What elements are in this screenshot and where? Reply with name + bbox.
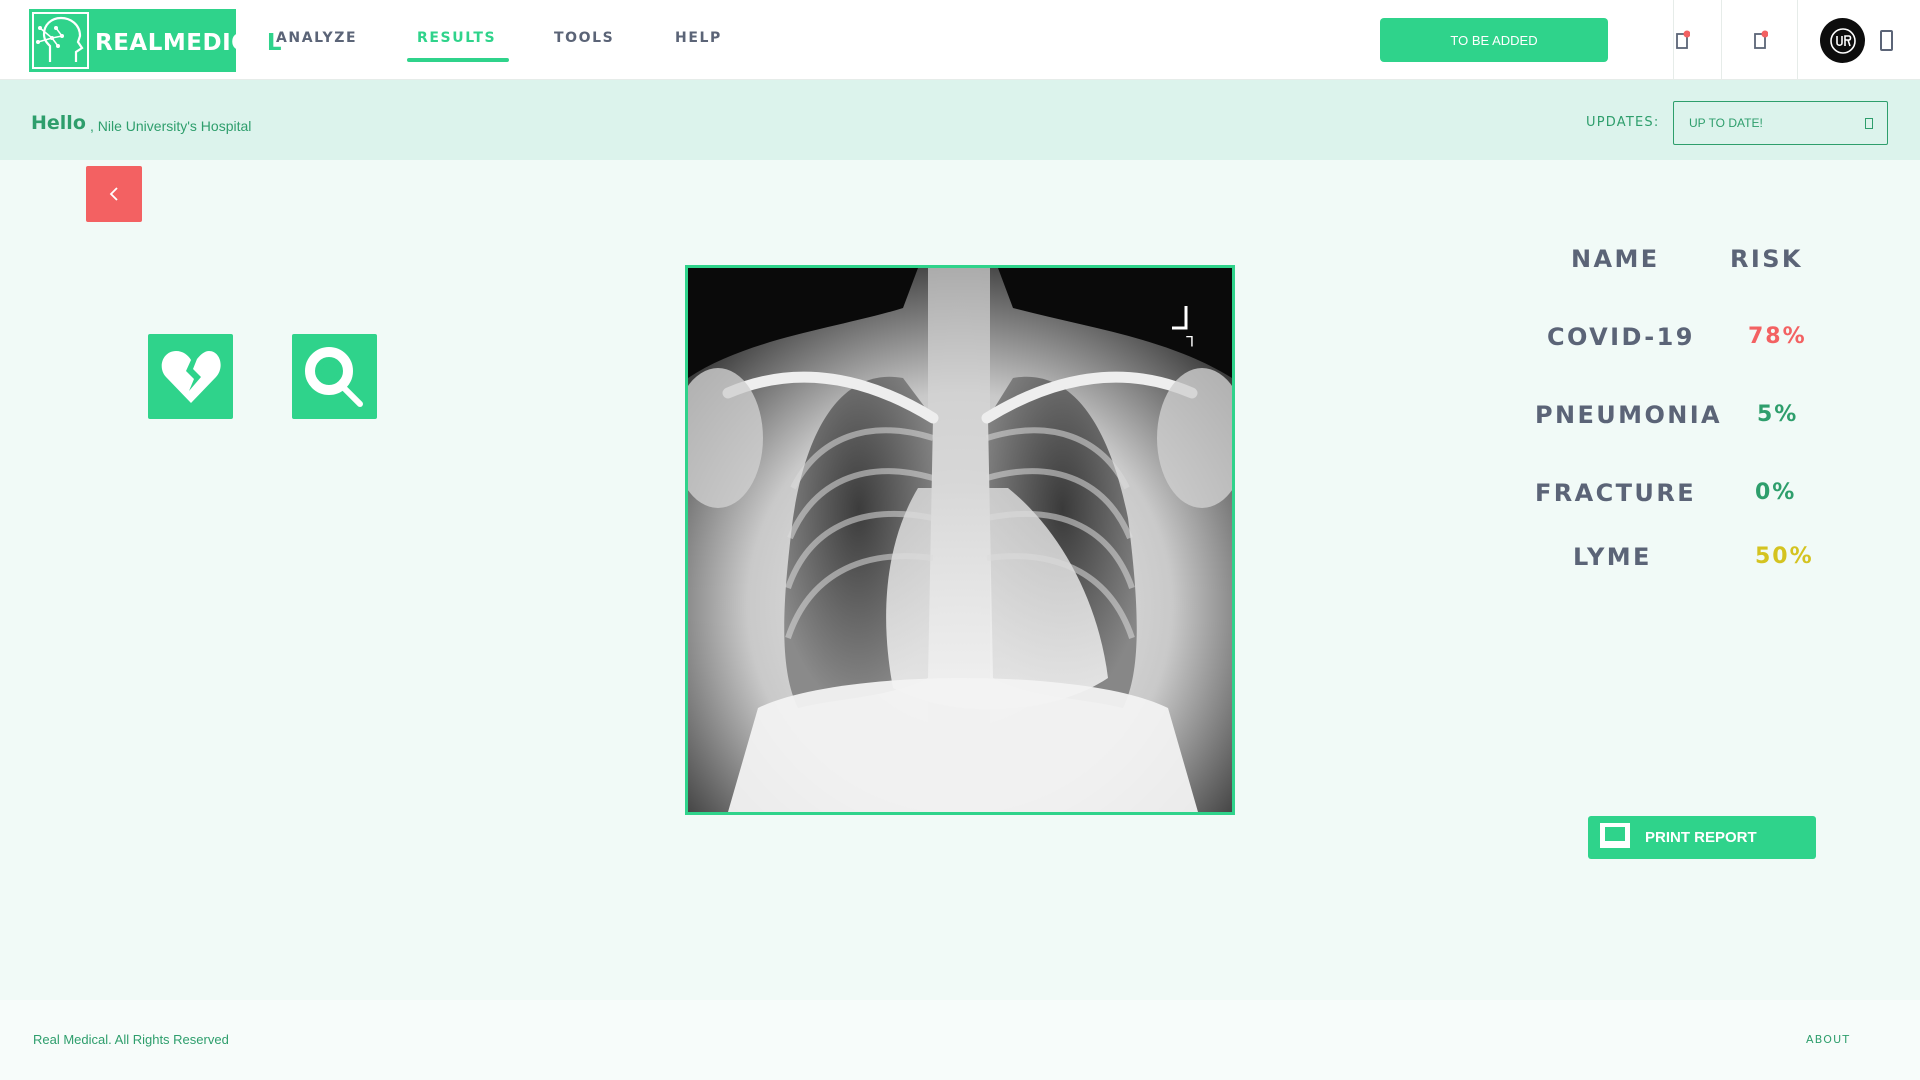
nav-results[interactable]: RESULTS xyxy=(417,30,496,50)
footer-about-link[interactable]: ABOUT xyxy=(1806,1033,1850,1046)
condition-name: PNEUMONIA xyxy=(1535,401,1723,429)
message-alert-icon[interactable] xyxy=(1754,30,1769,50)
logo-wordmark-main: REALMEDICA xyxy=(95,30,267,56)
condition-risk: 0% xyxy=(1755,480,1797,505)
condition-risk: 78% xyxy=(1748,324,1807,349)
user-avatar[interactable] xyxy=(1820,18,1865,63)
xray-side-marker: L xyxy=(1186,332,1194,348)
realmedical-logo[interactable]: REALMEDICAL xyxy=(29,9,281,72)
nav-analyze[interactable]: ANALYZE xyxy=(276,30,357,50)
avatar-monogram-icon xyxy=(1829,27,1856,54)
chevron-left-icon xyxy=(109,187,118,201)
heart-icon xyxy=(161,350,221,403)
greeting-hello: Hello xyxy=(31,112,86,134)
message-glyph-icon xyxy=(1754,30,1769,49)
condition-name: FRACTURE xyxy=(1535,479,1696,507)
nav-help[interactable]: HELP xyxy=(675,30,722,50)
notification-bell-icon[interactable] xyxy=(1676,30,1691,50)
laptop-icon xyxy=(1600,823,1630,848)
nav-tools[interactable]: TOOLS xyxy=(554,30,614,50)
updates-status-dropdown[interactable]: UP TO DATE! xyxy=(1673,101,1888,145)
header-divider xyxy=(1797,0,1798,80)
condition-risk: 50% xyxy=(1755,544,1814,569)
footer-copyright: Real Medical. All Rights Reserved xyxy=(33,1032,229,1047)
condition-name: COVID-19 xyxy=(1547,323,1695,351)
updates-label: UPDATES: xyxy=(1586,115,1660,130)
header-divider xyxy=(1673,0,1674,80)
zoom-inspect-button[interactable] xyxy=(292,334,377,419)
magnifier-icon xyxy=(304,346,363,407)
results-header-risk: RISK xyxy=(1730,245,1803,273)
notification-glyph-icon xyxy=(1676,30,1691,49)
header-divider xyxy=(1721,0,1722,80)
chest-xray-image: L xyxy=(685,265,1235,815)
back-button[interactable] xyxy=(86,166,142,222)
print-report-label: PRINT REPORT xyxy=(1645,829,1757,846)
mobile-device-icon[interactable] xyxy=(1880,30,1893,51)
condition-risk: 5% xyxy=(1757,402,1799,427)
brain-circuit-logo-icon xyxy=(32,12,89,69)
heart-analysis-button[interactable] xyxy=(148,334,233,419)
logo-wordmark: REALMEDICAL xyxy=(95,30,282,56)
updates-status-value: UP TO DATE! xyxy=(1689,116,1763,130)
to-be-added-button[interactable]: TO BE ADDED xyxy=(1380,18,1608,62)
dropdown-box-icon xyxy=(1865,118,1873,129)
footer xyxy=(0,1000,1920,1080)
print-report-button[interactable]: PRINT REPORT xyxy=(1588,816,1816,859)
nav-active-underline xyxy=(407,58,509,62)
greeting-hospital-name: , Nile University's Hospital xyxy=(90,118,252,134)
results-header-name: NAME xyxy=(1571,245,1660,273)
xray-illustration: L xyxy=(688,268,1232,812)
condition-name: LYME xyxy=(1573,543,1652,571)
top-navigation-bar: REALMEDICAL ANALYZE RESULTS TOOLS HELP T… xyxy=(0,0,1920,80)
